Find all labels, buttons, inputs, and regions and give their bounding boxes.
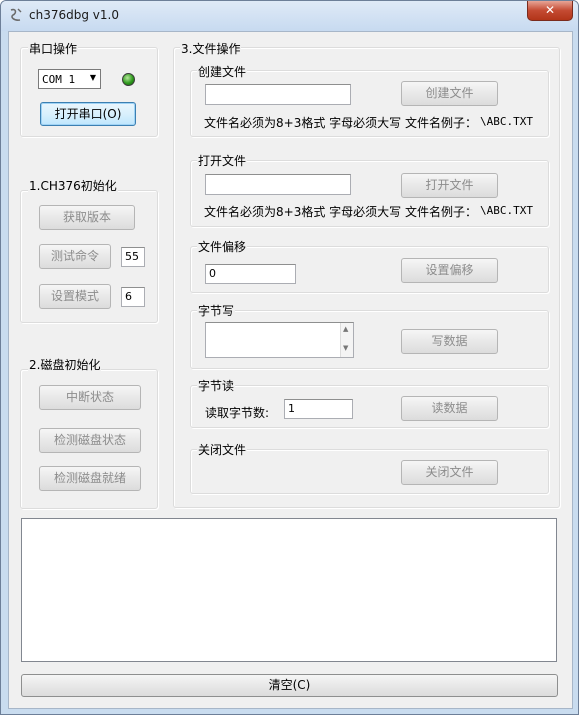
file-offset-input[interactable]: 0 bbox=[205, 264, 296, 284]
com-port-select[interactable]: COM 1 ▼ bbox=[38, 69, 101, 89]
serial-group-label: 串口操作 bbox=[28, 40, 79, 57]
open-file-label: 打开文件 bbox=[197, 152, 248, 169]
read-count-input[interactable]: 1 bbox=[284, 399, 353, 419]
client-area: 串口操作 COM 1 ▼ 打开串口(O) 1.CH376初始化 获取版本 测试命… bbox=[8, 31, 573, 709]
read-data-button[interactable]: 读数据 bbox=[401, 396, 498, 421]
close-button[interactable]: ✕ bbox=[527, 1, 573, 21]
set-offset-button[interactable]: 设置偏移 bbox=[401, 258, 498, 283]
create-file-button[interactable]: 创建文件 bbox=[401, 81, 498, 106]
file-offset-label: 文件偏移 bbox=[197, 238, 248, 255]
get-version-button[interactable]: 获取版本 bbox=[39, 205, 135, 230]
open-filename-input[interactable] bbox=[205, 174, 351, 195]
byte-write-scrollbar[interactable]: ▲ ▼ bbox=[340, 323, 353, 357]
create-filename-input[interactable] bbox=[205, 84, 351, 105]
file-ops-group-label: 3.文件操作 bbox=[180, 40, 242, 57]
create-file-label: 创建文件 bbox=[197, 63, 248, 80]
interrupt-status-button[interactable]: 中断状态 bbox=[39, 385, 141, 410]
close-icon: ✕ bbox=[544, 3, 556, 17]
mode-input[interactable]: 6 bbox=[121, 287, 145, 307]
app-window: ch376dbg v1.0 ✕ 串口操作 COM 1 ▼ 打开串口(O) 1.C… bbox=[0, 0, 579, 715]
port-status-led bbox=[122, 73, 135, 86]
scroll-down-icon[interactable]: ▼ bbox=[343, 344, 348, 352]
open-file-button[interactable]: 打开文件 bbox=[401, 173, 498, 198]
test-command-button[interactable]: 测试命令 bbox=[39, 244, 111, 269]
window-title: ch376dbg v1.0 bbox=[29, 8, 119, 22]
check-disk-status-button[interactable]: 检测磁盘状态 bbox=[39, 428, 141, 453]
open-file-hint: 文件名必须为8+3格式 字母必须大写 文件名例子： bbox=[204, 205, 477, 219]
disk-init-group-label: 2.磁盘初始化 bbox=[28, 356, 102, 373]
title-bar[interactable]: ch376dbg v1.0 ✕ bbox=[1, 1, 578, 31]
create-file-hint: 文件名必须为8+3格式 字母必须大写 文件名例子： bbox=[204, 116, 477, 130]
test-command-input[interactable]: 55 bbox=[121, 247, 145, 267]
chevron-down-icon: ▼ bbox=[89, 73, 96, 82]
app-icon bbox=[10, 8, 22, 21]
check-disk-ready-button[interactable]: 检测磁盘就绪 bbox=[39, 466, 141, 491]
write-data-button[interactable]: 写数据 bbox=[401, 329, 498, 354]
com-port-value: COM 1 bbox=[42, 73, 76, 86]
create-file-example: \ABC.TXT bbox=[480, 115, 533, 128]
byte-read-label: 字节读 bbox=[197, 377, 236, 394]
clear-button[interactable]: 清空(C) bbox=[21, 674, 558, 697]
set-mode-button[interactable]: 设置模式 bbox=[39, 284, 111, 309]
scroll-up-icon[interactable]: ▲ bbox=[343, 325, 348, 333]
ch376-init-group-label: 1.CH376初始化 bbox=[28, 177, 118, 194]
byte-write-label: 字节写 bbox=[197, 302, 236, 319]
close-file-label: 关闭文件 bbox=[197, 441, 248, 458]
byte-write-input[interactable] bbox=[205, 322, 354, 358]
read-count-label: 读取字节数: bbox=[205, 406, 270, 420]
open-port-button[interactable]: 打开串口(O) bbox=[40, 102, 136, 126]
log-output[interactable] bbox=[21, 518, 557, 662]
open-file-example: \ABC.TXT bbox=[480, 204, 533, 217]
close-file-button[interactable]: 关闭文件 bbox=[401, 460, 498, 485]
